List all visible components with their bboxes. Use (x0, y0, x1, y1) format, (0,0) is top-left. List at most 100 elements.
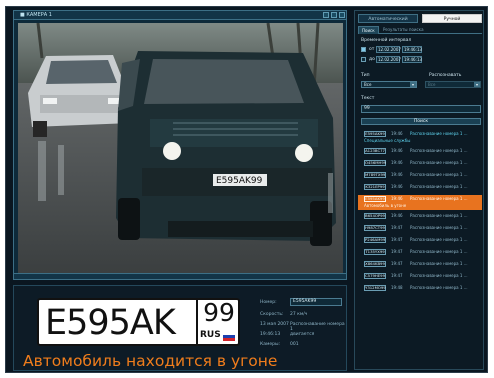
plate-main-number: E595AK (45, 303, 176, 343)
number-label: Номер: (260, 300, 277, 305)
result-plate: A123BC77 (364, 148, 386, 154)
result-plate: X864KB99 (364, 261, 386, 267)
result-message: Распознавание номера 1 ... (410, 196, 468, 201)
video-footer (14, 273, 346, 279)
to-date-field[interactable]: 12.02.2007 (376, 56, 401, 63)
result-row[interactable]: Y312MO99 19:48 Распознавание номера 1 ... (358, 284, 482, 292)
result-row[interactable]: E595AK99 19:46 Распознавание номера 1 ... С… (358, 130, 482, 145)
result-message: Распознавание номера 1 ... (410, 285, 468, 290)
result-message: Распознавание номера 1 ... (410, 131, 468, 136)
result-plate: P246AM99 (364, 237, 386, 243)
results-list: E595AK99 19:46 Распознавание номера 1 ... С… (358, 128, 482, 291)
result-row[interactable]: C579HE99 19:47 Распознавание номера 1 ... (358, 272, 482, 280)
result-row[interactable]: A123BC77 19:46 Распознавание номера 1 ... (358, 147, 482, 155)
speed-value: 27 км/ч (290, 312, 308, 317)
svg-text:E595AK99: E595AK99 (216, 176, 263, 186)
camera-label: ■ КАМЕРА 1 (20, 12, 52, 18)
tab-search[interactable]: Поиск (358, 26, 379, 34)
speed-label: Скорость: (260, 312, 284, 317)
to-time-field[interactable]: 19:46:13 (402, 56, 422, 63)
plate-text-input[interactable]: 99 (361, 105, 481, 113)
date-from-row: от 12.02.2007 19:46:13 (361, 46, 481, 54)
result-message: Распознавание номера 1 ... (410, 237, 468, 242)
to-checkbox[interactable] (361, 57, 366, 62)
result-time: 19:46 (391, 160, 403, 165)
result-message: Распознавание номера 1 ... (410, 160, 468, 165)
mode-tabs: Автоматический Ручной (358, 14, 482, 23)
license-plate: E595AK 99 RUS (37, 298, 240, 346)
result-row[interactable]: P246AM99 19:47 Распознавание номера 1 ... (358, 236, 482, 244)
result-message: Распознавание номера 1 ... (410, 148, 468, 153)
recognition-select-value: Все (428, 82, 436, 87)
result-time: 19:46 (391, 172, 403, 177)
flag-stripe-red (223, 338, 235, 341)
recognition-panel: E595AK 99 RUS Номер: E595AK99 Скорость: … (13, 285, 347, 371)
chevron-down-icon: ▾ (474, 82, 480, 87)
video-header: ■ КАМЕРА 1 (14, 11, 346, 20)
from-time-field[interactable]: 19:46:13 (402, 46, 422, 53)
type-select[interactable]: Все ▾ (361, 81, 417, 88)
result-row[interactable]: X864KB99 19:47 Распознавание номера 1 ... (358, 260, 482, 268)
result-plate: B654OP99 (364, 213, 386, 219)
date-to-row: до 12.02.2007 19:46:13 (361, 56, 481, 64)
result-plate: M789TX99 (364, 172, 386, 178)
camera-video-feed[interactable]: E595AK99 (18, 23, 343, 277)
result-message: Распознавание номера 1 ... (410, 225, 468, 230)
minimize-icon[interactable] (323, 12, 329, 18)
result-row[interactable]: B654OP99 19:46 Распознавание номера 1 ... (358, 212, 482, 220)
result-row[interactable]: K321EP99 19:46 Распознавание номера 1 ... (358, 183, 482, 191)
close-icon[interactable] (339, 12, 345, 18)
search-button[interactable]: Поиск (361, 118, 481, 125)
result-plate: T135YX99 (364, 249, 386, 255)
result-time: 19:46 (391, 184, 403, 189)
result-time: 19:47 (391, 249, 403, 254)
result-plate: O456MH99 (364, 160, 387, 166)
result-time: 19:47 (391, 237, 403, 242)
result-time: 19:46 (391, 148, 403, 153)
chevron-down-icon: ▾ (410, 82, 416, 87)
recognition-select[interactable]: Все ▾ (425, 81, 481, 88)
event-title: Распознавание номера 1 (290, 322, 345, 332)
result-plate: Y312MO99 (364, 285, 386, 291)
number-value: E595AK99 (290, 298, 342, 306)
result-row[interactable]: O456MH99 19:46 Распознавание номера 1 ... (358, 159, 482, 167)
interval-label: Временной интервал (361, 38, 412, 43)
tab-automatic[interactable]: Автоматический (358, 14, 418, 23)
result-time: 19:47 (391, 261, 403, 266)
from-date-field[interactable]: 12.02.2007 (376, 46, 401, 53)
stolen-vehicle-alert: Автомобиль находится в угоне (23, 352, 278, 370)
result-row[interactable]: T135YX99 19:47 Распознавание номера 1 ... (358, 248, 482, 256)
result-status: Автомобиль в угоне (364, 203, 407, 208)
result-time: 19:46 (391, 213, 403, 218)
plate-region-code: 99 (203, 298, 235, 327)
dark-suv: E595AK99 (116, 51, 336, 246)
maximize-icon[interactable] (331, 12, 337, 18)
video-panel: ■ КАМЕРА 1 E595AK99 (13, 10, 347, 280)
type-select-value: Все (364, 82, 372, 87)
result-plate: K321EP99 (364, 184, 386, 190)
result-row[interactable]: E595AK99 19:46 Распознавание номера 1 ... А… (358, 195, 482, 210)
result-message: Распознавание номера 1 ... (410, 184, 468, 189)
to-prefix: до (369, 57, 375, 62)
app-window: ■ КАМЕРА 1 E595AK99 E595AK 99 RUS Номер:… (5, 6, 488, 373)
result-status: Специальные службы (364, 138, 411, 143)
from-checkbox[interactable] (361, 47, 366, 52)
result-message: Распознавание номера 1 ... (410, 273, 468, 278)
tab-search-results[interactable]: Результаты поиска (380, 26, 427, 34)
plate-divider (196, 300, 198, 344)
type-label: Тип (361, 73, 370, 78)
result-row[interactable]: H987CT99 19:47 Распознавание номера 1 ... (358, 224, 482, 232)
result-message: Распознавание номера 1 ... (410, 261, 468, 266)
event-status: двигается (290, 332, 315, 337)
result-row[interactable]: M789TX99 19:46 Распознавание номера 1 ... (358, 171, 482, 179)
tab-manual[interactable]: Ручной (422, 14, 482, 23)
result-plate: C579HE99 (364, 273, 386, 279)
text-label: Текст (361, 96, 375, 101)
result-message: Распознавание номера 1 ... (410, 172, 468, 177)
result-time: 19:47 (391, 273, 403, 278)
result-time: 19:47 (391, 225, 403, 230)
camera-info-value: 001 (290, 342, 299, 347)
search-panel: Автоматический Ручной Поиск Результаты п… (354, 10, 484, 370)
result-message: Распознавание номера 1 ... (410, 249, 468, 254)
event-date: 13 мая 2007 (260, 322, 289, 327)
